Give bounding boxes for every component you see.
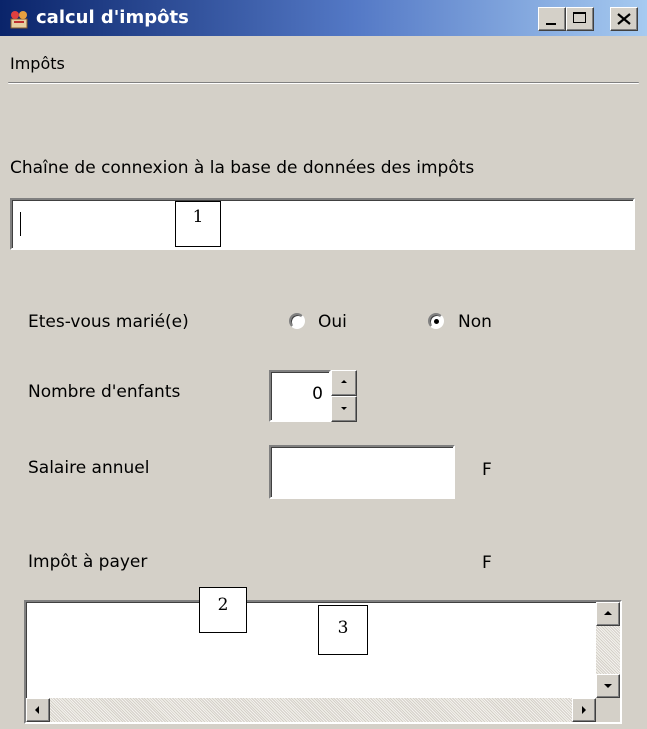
callout-2: 2 — [199, 587, 247, 633]
scroll-up-button[interactable] — [596, 602, 620, 626]
married-label: Etes-vous marié(e) — [28, 312, 189, 332]
close-button[interactable] — [610, 7, 638, 31]
salary-unit: F — [482, 460, 492, 480]
children-value: 0 — [312, 384, 323, 404]
salary-input[interactable] — [269, 445, 455, 499]
callout-1: 1 — [175, 201, 221, 247]
minimize-icon — [546, 23, 556, 25]
menu-item-impots[interactable]: Impôts — [10, 54, 65, 73]
spin-up-button[interactable] — [331, 370, 357, 396]
spin-down-icon — [341, 407, 347, 410]
radio-non-label[interactable]: Non — [458, 312, 492, 332]
app-window: calcul d'impôts Impôts Chaîne de connexi… — [0, 0, 647, 729]
connection-label: Chaîne de connexion à la base de données… — [10, 158, 475, 178]
maximize-icon — [573, 12, 586, 23]
horizontal-scrollbar[interactable] — [26, 698, 596, 722]
radio-selected-dot — [434, 319, 439, 324]
tax-unit: F — [482, 553, 492, 573]
window-title: calcul d'impôts — [36, 7, 189, 28]
scroll-right-button[interactable] — [572, 698, 596, 722]
tax-label: Impôt à payer — [28, 552, 148, 572]
salary-label: Salaire annuel — [28, 458, 150, 478]
maximize-button[interactable] — [566, 7, 594, 31]
spin-down-button[interactable] — [331, 396, 357, 422]
connection-string-input[interactable] — [10, 198, 635, 250]
scroll-down-button[interactable] — [596, 674, 620, 698]
scroll-up-icon — [604, 611, 612, 615]
radio-oui-label[interactable]: Oui — [318, 312, 347, 332]
close-icon — [617, 13, 631, 25]
menu-separator — [8, 82, 639, 84]
scroll-left-icon — [35, 706, 39, 714]
spin-up-icon — [341, 380, 347, 383]
children-label: Nombre d'enfants — [28, 382, 181, 402]
scroll-right-icon — [582, 706, 586, 714]
title-bar[interactable]: calcul d'impôts — [0, 0, 647, 36]
callout-3: 3 — [318, 605, 368, 655]
menu-bar: Impôts — [0, 36, 647, 80]
radio-oui[interactable] — [289, 313, 305, 329]
minimize-button[interactable] — [538, 7, 566, 31]
scroll-down-icon — [604, 684, 612, 688]
children-spinner-input[interactable]: 0 — [269, 370, 331, 422]
app-icon — [10, 11, 28, 29]
scroll-corner — [596, 698, 620, 722]
scroll-left-button[interactable] — [26, 698, 50, 722]
radio-non[interactable] — [428, 313, 444, 329]
text-cursor — [20, 212, 21, 236]
